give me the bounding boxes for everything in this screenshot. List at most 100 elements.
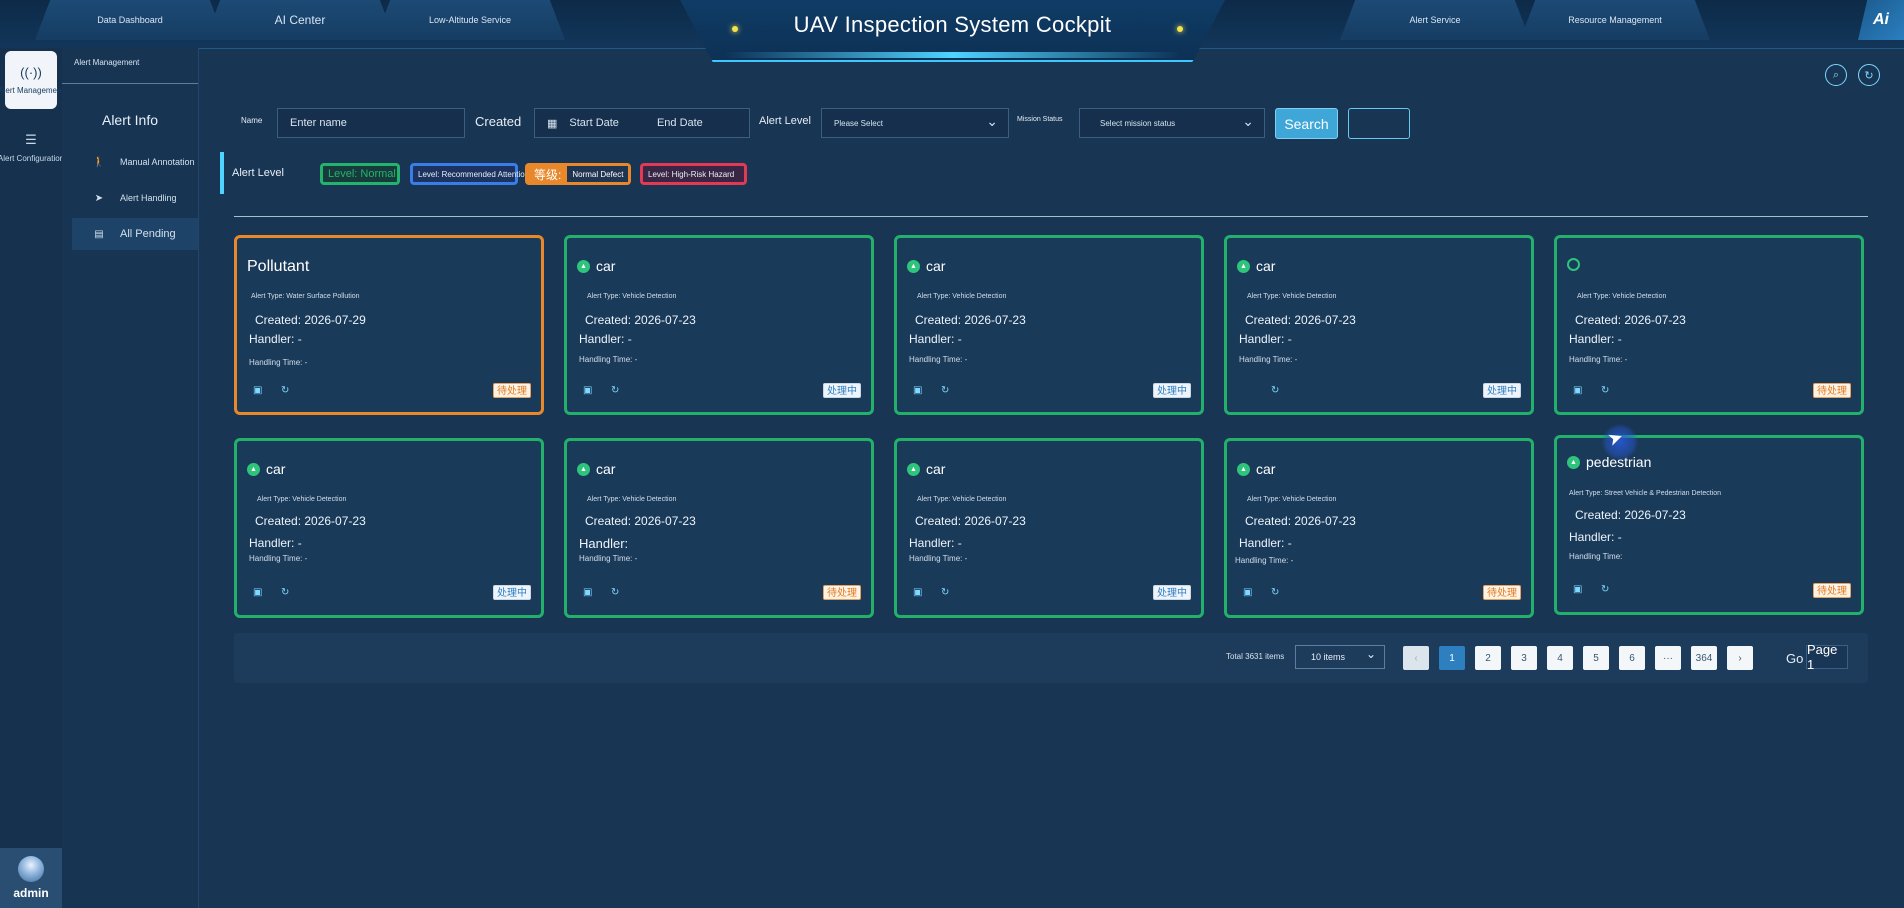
image-icon[interactable]: ▣	[253, 587, 262, 598]
refresh-icon[interactable]: ↻	[1271, 385, 1279, 396]
tab-resource-management[interactable]: Resource Management	[1520, 0, 1710, 40]
avatar	[18, 856, 44, 882]
card-created: Created: 2026-07-23	[1575, 313, 1686, 327]
alert-card[interactable]: ▲ car Alert Type: Vehicle Detection Creat…	[564, 235, 874, 415]
refresh-icon[interactable]: ↻	[1858, 64, 1880, 86]
status-badge: 处理中	[1483, 383, 1521, 398]
alert-triangle-icon: ▲	[577, 259, 590, 273]
refresh-icon[interactable]: ↻	[941, 587, 949, 598]
search-button[interactable]: Search	[1275, 108, 1338, 139]
card-alert-type: Alert Type: Vehicle Detection	[587, 496, 677, 503]
page-button[interactable]: 364	[1691, 646, 1717, 670]
refresh-icon[interactable]: ↻	[1271, 587, 1279, 598]
created-label: Created	[475, 114, 522, 129]
refresh-icon[interactable]: ↻	[1601, 584, 1609, 595]
legend-label: Alert Level	[232, 167, 284, 179]
card-alert-type: Alert Type: Vehicle Detection	[587, 293, 677, 300]
alert-card[interactable]: ▲ pedestrian Alert Type: Street Vehicle &…	[1554, 435, 1864, 615]
rail-item-alert-management[interactable]: ((·)) Alert Management	[0, 51, 64, 109]
subnav-item-alert-handling[interactable]: ➤ Alert Handling	[72, 184, 198, 212]
level-chip-label: Normal Defect	[567, 166, 629, 182]
alert-card[interactable]: Pollutant Alert Type: Water Surface Poll…	[234, 235, 544, 415]
alert-card[interactable]: ▲ car Alert Type: Vehicle Detection Creat…	[894, 235, 1204, 415]
alert-card[interactable]: ▲ car Alert Type: Vehicle Detection Creat…	[1224, 438, 1534, 618]
refresh-icon[interactable]: ↻	[281, 587, 289, 598]
card-handling-time: Handling Time: -	[909, 355, 968, 364]
status-badge: 处理中	[1153, 585, 1191, 600]
refresh-icon[interactable]: ↻	[611, 385, 619, 396]
refresh-icon[interactable]: ↻	[941, 385, 949, 396]
user-profile[interactable]: admin	[0, 848, 62, 908]
search-icon[interactable]: ⌕	[1825, 64, 1847, 86]
next-page-button[interactable]: ›	[1727, 646, 1753, 670]
card-alert-type: Alert Type: Vehicle Detection	[1247, 496, 1337, 503]
page-button[interactable]: 3	[1511, 646, 1537, 670]
alert-card[interactable]: Alert Type: Vehicle Detection Created: 2…	[1554, 235, 1864, 415]
goto-page-input[interactable]: Page 1	[1806, 642, 1848, 672]
card-handler: Handler: -	[1569, 530, 1622, 544]
alert-card[interactable]: ▲ car Alert Type: Vehicle Detection Creat…	[234, 438, 544, 618]
image-icon[interactable]: ▣	[1573, 584, 1582, 595]
page-ellipsis-button[interactable]: ···	[1655, 646, 1681, 670]
legend-accent-bar	[220, 152, 224, 194]
card-handling-time: Handling Time: -	[579, 554, 638, 563]
status-badge: 待处理	[493, 383, 531, 398]
mission-status-select[interactable]: Select mission status	[1079, 108, 1265, 138]
level-chip-recommended-attention[interactable]: Level: Recommended Attention	[410, 163, 529, 185]
image-icon[interactable]: ▣	[913, 587, 922, 598]
level-chip-normal-defect[interactable]: 等级: Normal Defect	[525, 163, 631, 185]
list-icon: ☰	[25, 131, 37, 147]
alert-triangle-icon: ▲	[577, 462, 590, 476]
level-chip-high-risk-hazard[interactable]: Level: High-Risk Hazard	[640, 163, 747, 185]
card-handler: Handler: -	[909, 332, 962, 346]
tab-alert-service[interactable]: Alert Service	[1340, 0, 1530, 40]
alert-card[interactable]: ▲ car Alert Type: Vehicle Detection Creat…	[564, 438, 874, 618]
image-icon[interactable]: ▣	[1243, 587, 1252, 598]
card-handling-time: Handling Time: -	[579, 355, 638, 364]
subnav-item-all-pending[interactable]: ▤ All Pending	[72, 218, 198, 250]
status-badge: 待处理	[1813, 383, 1851, 398]
end-date-field[interactable]: End Date	[657, 117, 703, 129]
date-range-picker[interactable]: ▦ Start Date End Date	[534, 108, 750, 138]
level-chip-normal[interactable]: Level: Normal	[320, 163, 400, 185]
status-badge: 处理中	[823, 383, 861, 398]
card-alert-type: Alert Type: Vehicle Detection	[1247, 293, 1337, 300]
tab-ai-center[interactable]: AI Center	[205, 0, 395, 40]
image-icon[interactable]: ▣	[913, 385, 922, 396]
alert-card[interactable]: ▲ car Alert Type: Vehicle Detection Creat…	[1224, 235, 1534, 415]
page-button[interactable]: 4	[1547, 646, 1573, 670]
refresh-icon[interactable]: ↻	[1601, 385, 1609, 396]
tab-low-altitude-service[interactable]: Low-Altitude Service	[375, 0, 565, 40]
page-button[interactable]: 6	[1619, 646, 1645, 670]
refresh-icon[interactable]: ↻	[281, 385, 289, 396]
card-handling-time: Handling Time: -	[909, 554, 968, 563]
card-created: Created: 2026-07-23	[915, 313, 1026, 327]
tab-data-dashboard[interactable]: Data Dashboard	[35, 0, 225, 40]
user-name: admin	[13, 886, 49, 900]
alert-card[interactable]: ▲ car Alert Type: Vehicle Detection Creat…	[894, 438, 1204, 618]
calendar-icon: ▦	[547, 117, 558, 130]
alert-triangle-icon: ▲	[1567, 455, 1580, 469]
image-icon[interactable]: ▣	[583, 385, 592, 396]
card-handling-time: Handling Time: -	[1569, 355, 1628, 364]
card-handler: Handler: -	[249, 536, 302, 550]
card-handling-time: Handling Time: -	[1239, 355, 1298, 364]
page-button[interactable]: 1	[1439, 646, 1465, 670]
image-icon[interactable]: ▣	[583, 587, 592, 598]
refresh-icon[interactable]: ↻	[611, 587, 619, 598]
card-handler: Handler: -	[1569, 332, 1622, 346]
card-title: ▲ car	[1237, 461, 1275, 477]
reset-button[interactable]	[1348, 108, 1410, 139]
start-date-field[interactable]: Start Date	[569, 117, 619, 129]
image-icon[interactable]: ▣	[253, 385, 262, 396]
rail-item-alert-configuration[interactable]: ☰ Alert Configuration	[0, 118, 64, 176]
page-size-select[interactable]: 10 items	[1295, 645, 1385, 669]
page-button[interactable]: 2	[1475, 646, 1501, 670]
name-input[interactable]: Enter name	[277, 108, 465, 138]
card-created: Created: 2026-07-23	[915, 514, 1026, 528]
image-icon[interactable]: ▣	[1573, 385, 1582, 396]
alert-level-select[interactable]: Please Select	[821, 108, 1009, 138]
prev-page-button[interactable]: ‹	[1403, 646, 1429, 670]
subnav-item-manual-annotation[interactable]: 🚶 Manual Annotation	[72, 148, 198, 176]
page-button[interactable]: 5	[1583, 646, 1609, 670]
